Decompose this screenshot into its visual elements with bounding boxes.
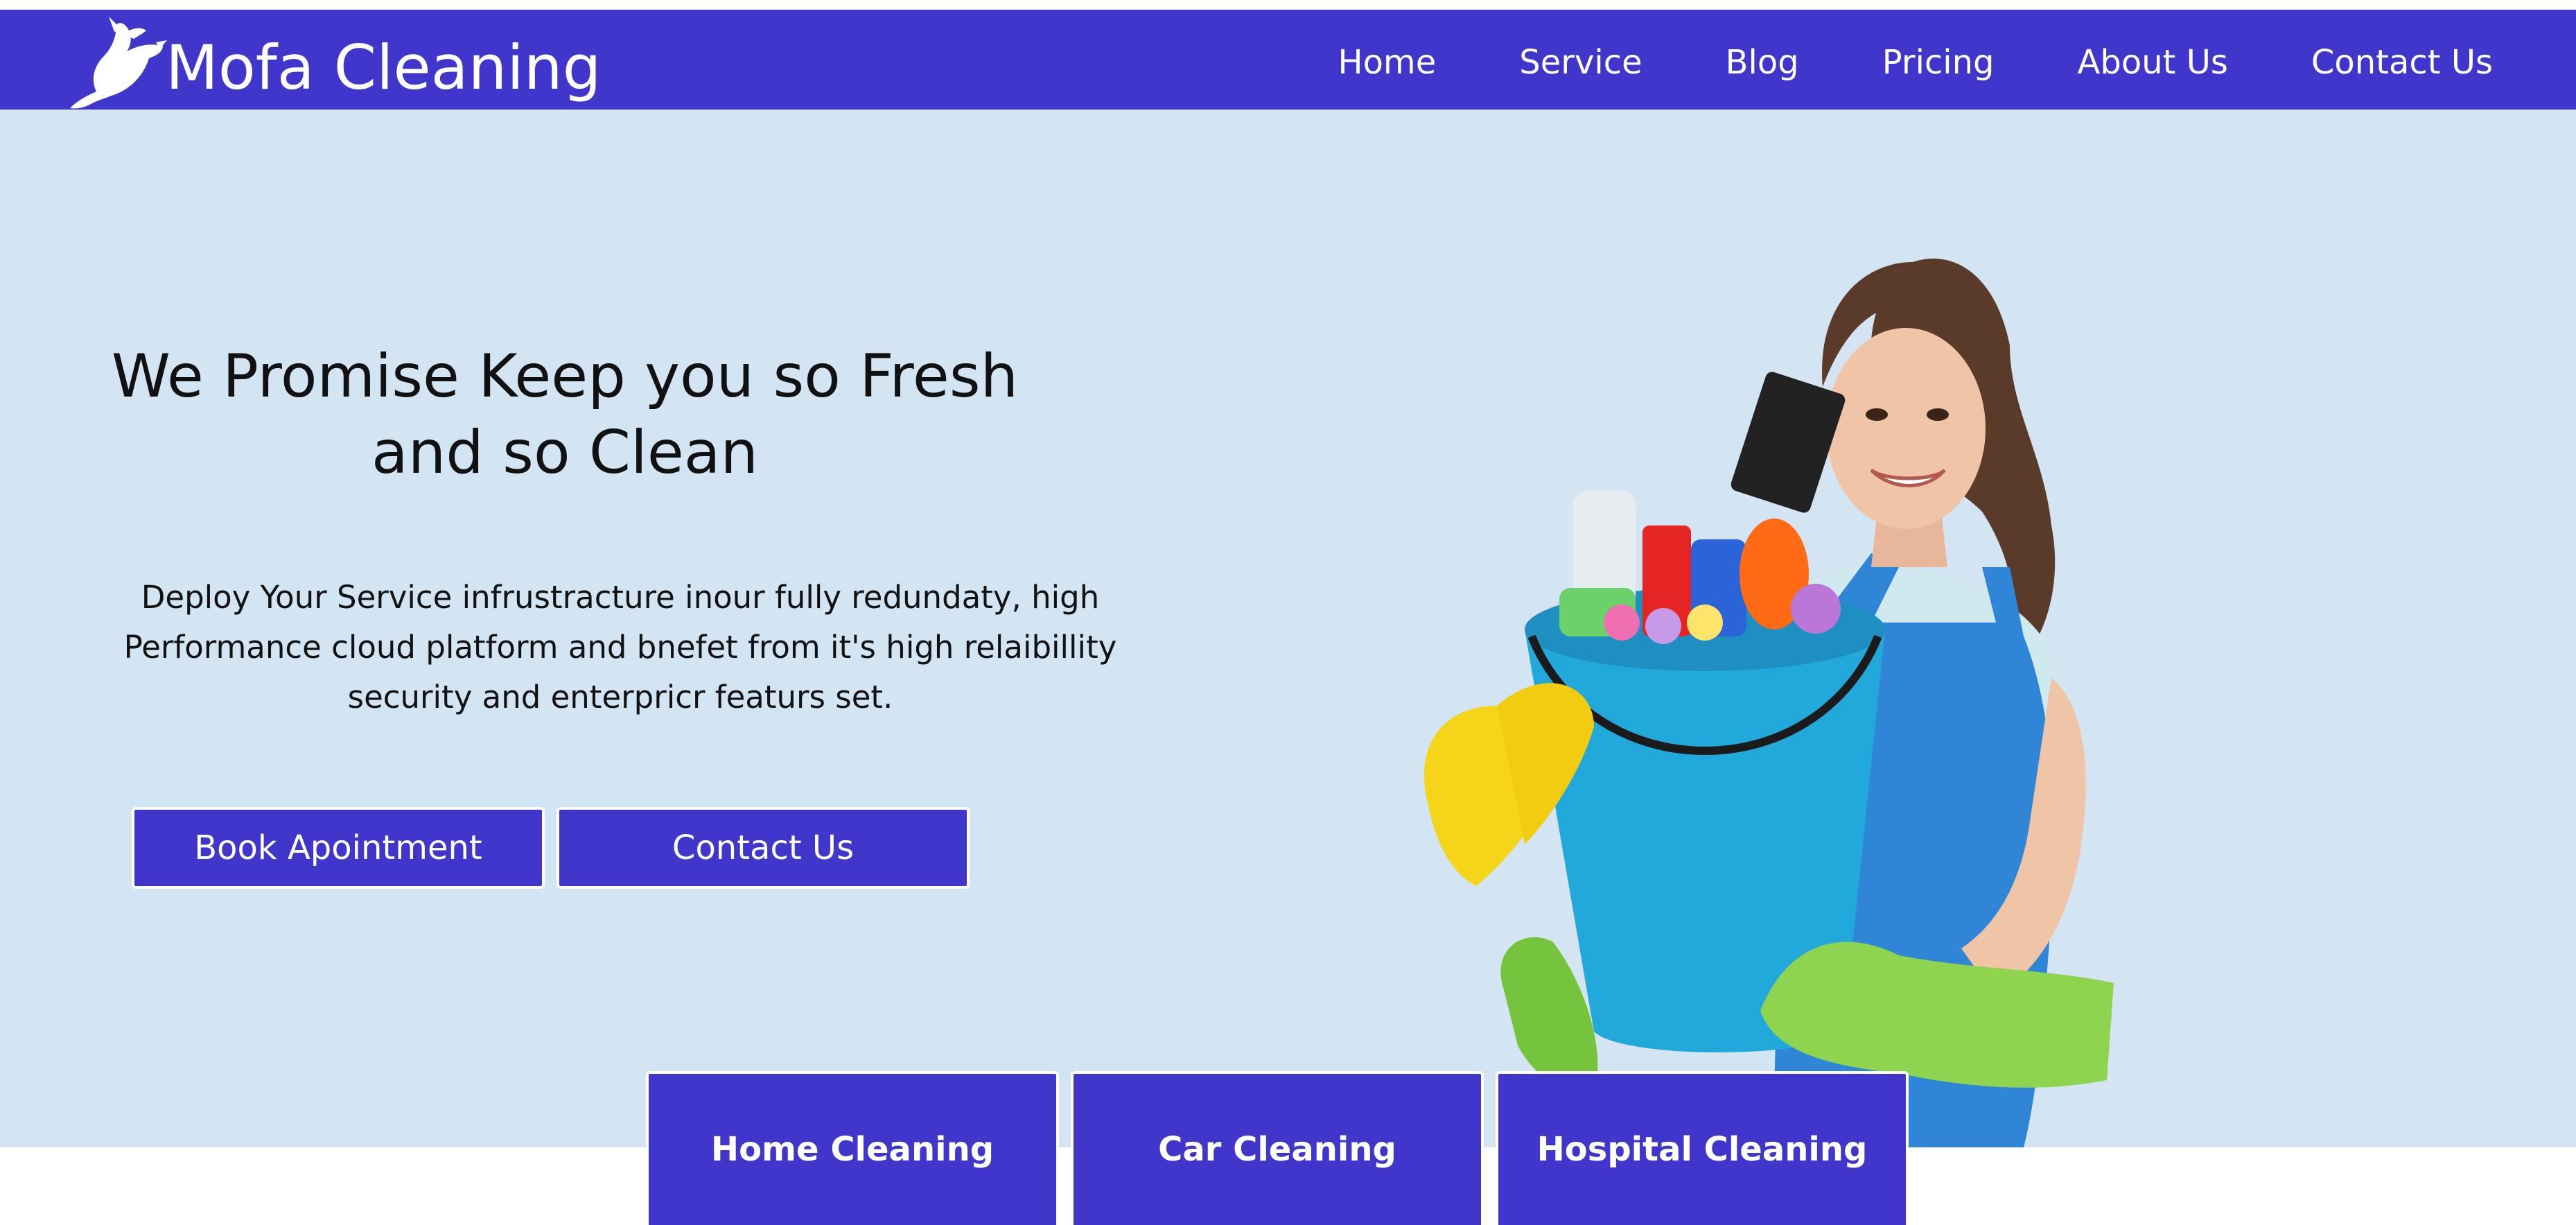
hospital-cleaning-card[interactable]: Hospital Cleaning xyxy=(1496,1071,1909,1225)
hero-section: We Promise Keep you so Fresh and so Clea… xyxy=(0,110,2576,1147)
main-nav: Home Service Blog Pricing About Us Conta… xyxy=(1338,10,2493,110)
navbar: Mofa Cleaning Home Service Blog Pricing … xyxy=(0,10,2576,110)
nav-blog[interactable]: Blog xyxy=(1726,43,1799,82)
book-appointment-button[interactable]: Book Apointment xyxy=(132,807,545,889)
hero-image xyxy=(1423,259,2114,1147)
car-cleaning-card[interactable]: Car Cleaning xyxy=(1071,1071,1484,1225)
brand-name: Mofa Cleaning xyxy=(166,31,602,103)
dove-icon xyxy=(70,17,167,109)
nav-contact-us[interactable]: Contact Us xyxy=(2311,43,2493,82)
nav-about-us[interactable]: About Us xyxy=(2078,43,2228,82)
brand-logo-link[interactable]: Mofa Cleaning xyxy=(66,10,601,110)
hero-description: Deploy Your Service infrustracture inour… xyxy=(123,579,1117,715)
nav-service[interactable]: Service xyxy=(1519,43,1642,82)
nav-pricing[interactable]: Pricing xyxy=(1882,43,1995,82)
home-cleaning-card[interactable]: Home Cleaning xyxy=(646,1071,1059,1225)
nav-home[interactable]: Home xyxy=(1338,43,1436,82)
contact-us-button[interactable]: Contact Us xyxy=(557,807,970,889)
hero-title: We Promise Keep you so Fresh and so Clea… xyxy=(111,342,1019,487)
top-strip xyxy=(0,0,2576,10)
